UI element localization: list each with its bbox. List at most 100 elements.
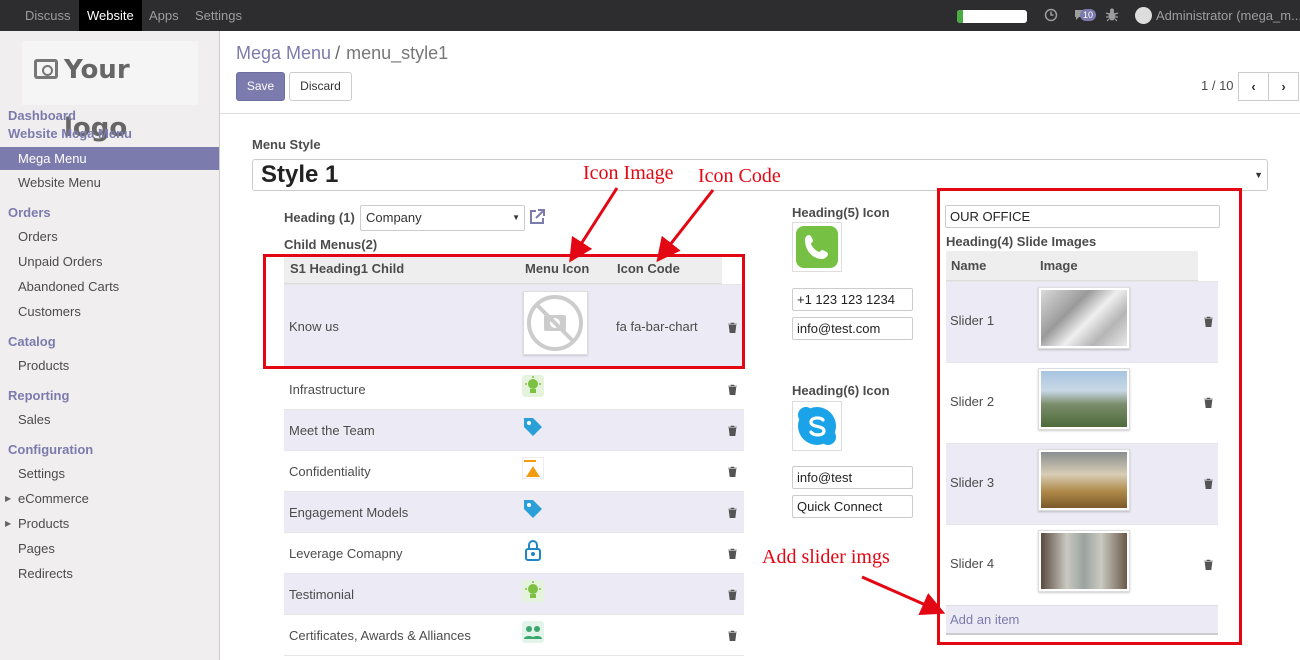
- sidebar-item-settings[interactable]: Settings: [0, 462, 219, 485]
- table-row[interactable]: Infrastructure: [284, 368, 744, 409]
- child-menus-label: Child Menus(2): [284, 237, 378, 252]
- table-row[interactable]: Confidentiality: [284, 450, 744, 491]
- annotation-box-child-row: [263, 254, 745, 369]
- trash-icon[interactable]: [728, 630, 737, 641]
- trash-icon[interactable]: [728, 466, 737, 477]
- heading5-label: Heading(5) Icon: [792, 205, 890, 220]
- sidebar-item-pages[interactable]: Pages: [0, 537, 219, 560]
- annotation-icon-code: Icon Code: [698, 165, 781, 187]
- arrow-icon-code: [656, 189, 715, 263]
- annotation-box-slider: [937, 188, 1242, 645]
- lock-icon[interactable]: [522, 539, 544, 561]
- clock-icon[interactable]: [1044, 8, 1058, 22]
- sidebar-head-website-mega-menu[interactable]: Website Mega Menu: [8, 126, 132, 141]
- heading1-value: Company: [366, 210, 422, 225]
- bulb-icon[interactable]: [522, 375, 544, 397]
- trash-icon[interactable]: [728, 507, 737, 518]
- sidebar-item-label: Products: [18, 516, 70, 531]
- caret-down-icon: ▼: [512, 213, 520, 222]
- top-navbar: Discuss Website Apps Settings 10 Adminis…: [0, 0, 1300, 31]
- annotation-add-slider: Add slider imgs: [762, 546, 890, 568]
- menu-apps[interactable]: Apps: [141, 0, 187, 31]
- row-name: Engagement Models: [289, 505, 409, 520]
- chevron-right-icon: ›: [1281, 79, 1286, 94]
- phone-field[interactable]: +1 123 123 1234: [792, 288, 913, 311]
- bulb-icon[interactable]: [522, 580, 544, 602]
- trash-icon[interactable]: [728, 589, 737, 600]
- table-row[interactable]: Certificates, Awards & Alliances: [284, 614, 744, 656]
- skype-id-field[interactable]: info@test: [792, 466, 913, 489]
- row-name: Meet the Team: [289, 423, 375, 438]
- tag-icon[interactable]: [522, 416, 544, 438]
- sidebar-head-dashboard[interactable]: Dashboard: [8, 108, 76, 123]
- row-name: Confidentiality: [289, 464, 371, 479]
- menu-style-label: Menu Style: [252, 137, 321, 152]
- annotation-icon-image: Icon Image: [583, 162, 674, 184]
- table-row[interactable]: Leverage Comapny: [284, 532, 744, 573]
- save-button[interactable]: Save: [236, 72, 285, 101]
- caret-down-icon: ▼: [1254, 170, 1263, 180]
- breadcrumb-separator: /: [335, 43, 341, 63]
- sidebar-item-sales[interactable]: Sales: [0, 408, 219, 431]
- bug-icon[interactable]: [1105, 7, 1119, 22]
- heading1-select[interactable]: Company ▼: [360, 205, 525, 231]
- trash-icon[interactable]: [728, 384, 737, 395]
- pager-next-button[interactable]: ›: [1268, 72, 1299, 101]
- sidebar-item-customers[interactable]: Customers: [0, 300, 219, 323]
- row-name: Leverage Comapny: [289, 546, 403, 561]
- user-menu[interactable]: Administrator (mega_m...: [1156, 0, 1300, 31]
- tag-icon[interactable]: [522, 498, 544, 520]
- sidebar-item-orders[interactable]: Orders: [0, 225, 219, 248]
- sidebar-item-website-menu[interactable]: Website Menu: [0, 171, 219, 194]
- sidebar-item-mega-menu[interactable]: Mega Menu: [0, 147, 219, 170]
- sidebar-head-reporting[interactable]: Reporting: [8, 388, 69, 403]
- caret-right-icon: ▶: [5, 519, 12, 528]
- divider: [220, 113, 1300, 114]
- row-name: Certificates, Awards & Alliances: [289, 628, 471, 643]
- sidebar-item-products[interactable]: Products: [0, 354, 219, 377]
- avatar[interactable]: [1135, 7, 1152, 24]
- menu-settings[interactable]: Settings: [187, 0, 250, 31]
- row-name: Testimonial: [289, 587, 355, 602]
- sidebar: Your logo Dashboard Website Mega Menu Me…: [0, 31, 220, 660]
- skype-icon[interactable]: [792, 401, 842, 451]
- phone-icon[interactable]: [792, 222, 842, 272]
- sidebar-item-unpaid-orders[interactable]: Unpaid Orders: [0, 250, 219, 273]
- caret-right-icon: ▶: [5, 494, 12, 503]
- arrow-add-slider: [861, 575, 946, 615]
- menu-website[interactable]: Website: [79, 0, 142, 31]
- sidebar-head-catalog[interactable]: Catalog: [8, 334, 56, 349]
- sidebar-item-ecommerce[interactable]: ▶ eCommerce: [0, 487, 219, 510]
- table-row[interactable]: Engagement Models: [284, 491, 744, 532]
- breadcrumb: Mega Menu / menu_style1: [236, 43, 448, 64]
- message-badge: 10: [1080, 9, 1097, 21]
- external-link-icon[interactable]: [528, 208, 546, 226]
- arrow-icon-image: [569, 187, 619, 263]
- chevron-left-icon: ‹: [1251, 79, 1256, 94]
- heading1-label: Heading (1): [284, 210, 355, 225]
- trash-icon[interactable]: [728, 548, 737, 559]
- menu-discuss[interactable]: Discuss: [17, 0, 79, 31]
- discard-button[interactable]: Discard: [289, 72, 352, 101]
- table-row[interactable]: Meet the Team: [284, 409, 744, 450]
- table-row[interactable]: Testimonial: [284, 573, 744, 614]
- warning-icon[interactable]: [522, 457, 544, 479]
- heading6-label: Heading(6) Icon: [792, 383, 890, 398]
- row-name: Infrastructure: [289, 382, 366, 397]
- trash-icon[interactable]: [728, 425, 737, 436]
- sidebar-item-abandoned-carts[interactable]: Abandoned Carts: [0, 275, 219, 298]
- sidebar-head-orders[interactable]: Orders: [8, 205, 51, 220]
- progress-bar: [957, 10, 1027, 23]
- sidebar-head-configuration[interactable]: Configuration: [8, 442, 93, 457]
- company-logo: Your logo: [22, 41, 198, 143]
- sidebar-item-config-products[interactable]: ▶ Products: [0, 512, 219, 535]
- skype-text-field[interactable]: Quick Connect: [792, 495, 913, 518]
- team-icon[interactable]: [522, 621, 544, 643]
- breadcrumb-current: menu_style1: [346, 43, 449, 63]
- sidebar-item-label: eCommerce: [18, 491, 89, 506]
- pager-previous-button[interactable]: ‹: [1238, 72, 1269, 101]
- breadcrumb-parent[interactable]: Mega Menu: [236, 43, 331, 63]
- menu-style-value: Style 1: [261, 161, 339, 188]
- sidebar-item-redirects[interactable]: Redirects: [0, 562, 219, 585]
- email-field[interactable]: info@test.com: [792, 317, 913, 340]
